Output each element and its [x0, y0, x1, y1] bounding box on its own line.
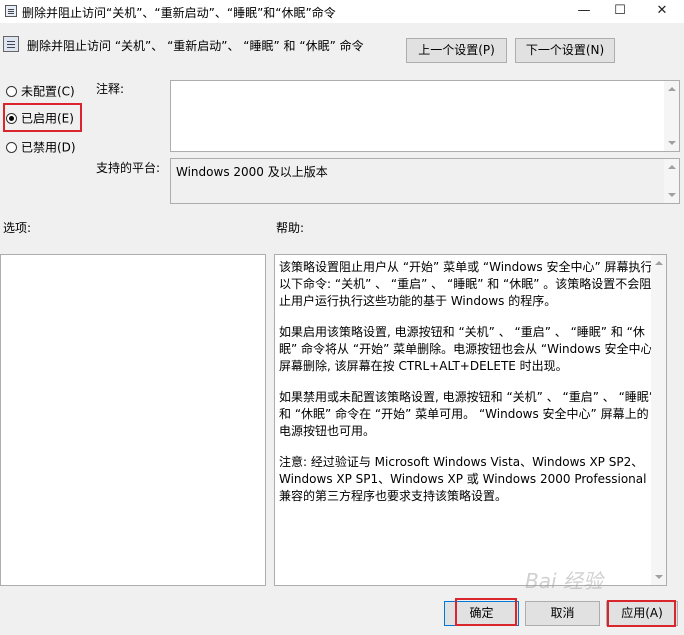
enabled-highlight-box [3, 103, 82, 132]
comment-scrollbar[interactable] [664, 81, 679, 151]
platform-scrollbar[interactable] [664, 159, 679, 203]
cancel-button[interactable]: 取消 [525, 601, 600, 626]
help-label: 帮助: [276, 221, 305, 235]
platform-value: Windows 2000 及以上版本 [176, 165, 328, 179]
help-paragraph: 如果禁用或未配置该策略设置, 电源按钮和 “关机” 、 “重启” 、 “睡眠” … [279, 390, 656, 438]
radio-disabled[interactable]: 已禁用(D) [6, 138, 76, 156]
radio-not-configured-circle[interactable] [6, 86, 17, 97]
ok-highlight-box [455, 598, 517, 626]
scroll-down-icon[interactable] [655, 575, 663, 579]
help-panel: 该策略设置阻止用户从 “开始” 菜单或 “Windows 安全中心” 屏幕执行以… [274, 254, 667, 586]
radio-not-configured-label: 未配置(C) [21, 84, 75, 99]
scroll-down-icon[interactable] [668, 193, 676, 197]
apply-highlight-box [607, 600, 676, 627]
minimize-button[interactable]: — [566, 0, 602, 23]
help-paragraph: 注意: 经过验证与 Microsoft Windows Vista、Window… [279, 455, 647, 503]
scroll-up-icon[interactable] [655, 261, 663, 265]
help-scrollbar[interactable] [651, 255, 666, 585]
watermark-logo: Bai 经验 [525, 569, 603, 593]
maximize-button[interactable]: ☐ [602, 0, 638, 23]
scroll-down-icon[interactable] [668, 141, 676, 145]
policy-app-icon [5, 5, 17, 17]
window-title: 删除并阻止访问“关机”、“重新启动”、“睡眠”和“休眠”命令 [22, 6, 336, 20]
options-label: 选项: [3, 221, 32, 235]
title-bar: 删除并阻止访问“关机”、“重新启动”、“睡眠”和“休眠”命令 — ☐ ✕ [0, 0, 684, 23]
scroll-up-icon[interactable] [668, 87, 676, 91]
platform-label: 支持的平台: [96, 161, 161, 175]
comment-textarea[interactable] [170, 80, 680, 152]
radio-not-configured[interactable]: 未配置(C) [6, 82, 75, 100]
scroll-up-icon[interactable] [668, 165, 676, 169]
help-paragraph: 如果启用该策略设置, 电源按钮和 “关机” 、 “重启” 、 “睡眠” 和 “休… [279, 325, 659, 373]
policy-name: 删除并阻止访问 “关机”、 “重新启动”、 “睡眠” 和 “休眠” 命令 [27, 39, 364, 53]
policy-setting-icon [3, 36, 19, 52]
radio-disabled-circle[interactable] [6, 142, 17, 153]
options-panel [0, 254, 266, 586]
help-paragraph: 该策略设置阻止用户从 “开始” 菜单或 “Windows 安全中心” 屏幕执行以… [279, 260, 653, 308]
previous-setting-button[interactable]: 上一个设置(P) [406, 38, 507, 63]
radio-disabled-label: 已禁用(D) [21, 140, 76, 155]
close-button[interactable]: ✕ [644, 0, 680, 23]
comment-label: 注释: [96, 82, 125, 96]
next-setting-button[interactable]: 下一个设置(N) [515, 38, 615, 63]
